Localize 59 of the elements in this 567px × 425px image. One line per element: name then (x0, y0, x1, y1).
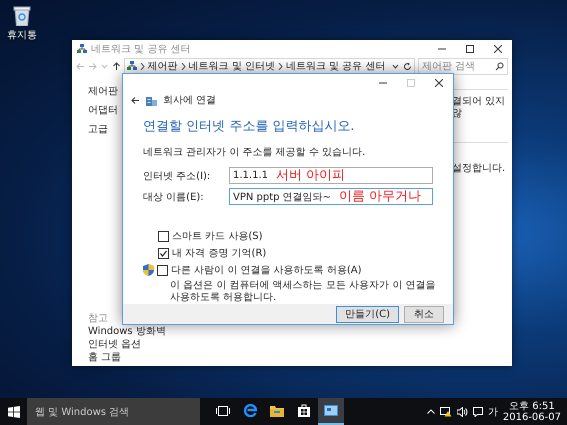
option-note: 이 옵션은 이 컴퓨터에 액세스하는 모든 사용자가 이 연결을 사용하도록 허용합니다. (169, 280, 436, 304)
up-icon[interactable] (112, 62, 121, 70)
sidebar-link[interactable]: 고급 (88, 123, 108, 136)
start-icon[interactable] (8, 406, 20, 418)
checkbox-label[interactable]: 스마트 카드 사용(S) (172, 229, 263, 243)
notification-icon[interactable] (472, 406, 483, 416)
breadcrumb[interactable]: 네트워크 및 공유 센터 (286, 59, 386, 73)
network-icon (77, 44, 87, 54)
close-icon[interactable] (494, 44, 502, 52)
input-field[interactable]: 1.1.1.1 서버 아이피 (229, 167, 433, 184)
annotation-text: 이름 아무거나 (339, 189, 422, 204)
volume-icon[interactable] (456, 406, 468, 416)
input-method-indicator[interactable]: 가 (488, 404, 498, 418)
breadcrumb[interactable]: 제어판 (148, 59, 178, 73)
sidebar-link[interactable]: Windows 방화벽 (88, 325, 166, 338)
browser-icon (244, 404, 256, 417)
breadcrumb[interactable]: 네트워크 및 인터넷 (188, 59, 275, 73)
location-icon (127, 61, 137, 71)
checkbox-label[interactable]: 다른 사람이 이 연결을 사용하도록 허용(A) (171, 263, 362, 277)
refresh-icon[interactable] (403, 62, 412, 70)
network-warning-icon[interactable] (440, 406, 452, 416)
window-title: 네트워크 및 공유 센터 (91, 42, 192, 56)
sidebar-link[interactable]: 어댑터 (88, 104, 118, 117)
checkbox[interactable] (158, 248, 169, 258)
close-icon[interactable] (435, 78, 443, 86)
description-text: 네트워크 관리자가 이 주소를 제공할 수 있습니다. (143, 146, 366, 159)
sidebar-link[interactable]: 인터넷 옵션 (88, 338, 142, 351)
maximize-icon[interactable] (466, 44, 474, 52)
input-field[interactable]: VPN pptp 연결임돠~ 이름 아무거나 (229, 188, 433, 205)
content-text: 설정합니다. (452, 163, 506, 175)
sidebar-link[interactable]: 홈 그룹 (88, 351, 122, 364)
desktop-icon-label[interactable]: 휴지통 (7, 28, 37, 42)
search-icon (495, 62, 504, 70)
chevron-icon (278, 62, 283, 70)
chevron-icon (140, 62, 145, 70)
building-icon (146, 94, 157, 106)
network-window-icon (324, 405, 338, 416)
checkbox[interactable] (158, 230, 169, 242)
field-label: 인터넷 주소(I): (143, 170, 212, 182)
checkbox-label[interactable]: 내 자격 증명 기억(R) (172, 246, 266, 260)
taskbar-button[interactable] (318, 398, 344, 425)
section-heading: 참고 (88, 312, 108, 325)
annotation-text: 서버 아이피 (276, 168, 346, 183)
sidebar-link[interactable]: 제어판 (88, 85, 118, 98)
cancel-button[interactable]: 취소 (404, 306, 444, 322)
back-icon[interactable] (131, 96, 140, 104)
recycle-bin-icon[interactable] (13, 6, 31, 26)
chevron-up-icon[interactable] (426, 409, 435, 414)
clock[interactable]: 오후 6:51 2016-06-07 (502, 400, 561, 422)
create-button[interactable]: 만들기(C) (336, 306, 399, 322)
chevron-icon (180, 62, 186, 70)
field-label: 대상 이름(E): (143, 190, 205, 204)
task-view-icon (216, 406, 230, 416)
dialog-title: 회사에 연결 (163, 94, 216, 107)
checkbox[interactable] (157, 264, 168, 276)
taskbar-search-field[interactable]: 웹 및 Windows 검색 (27, 398, 200, 425)
store-icon (298, 404, 310, 417)
dialog-heading: 연결할 인터넷 주소를 입력하십시오. (143, 118, 356, 135)
folder-icon (270, 404, 284, 416)
